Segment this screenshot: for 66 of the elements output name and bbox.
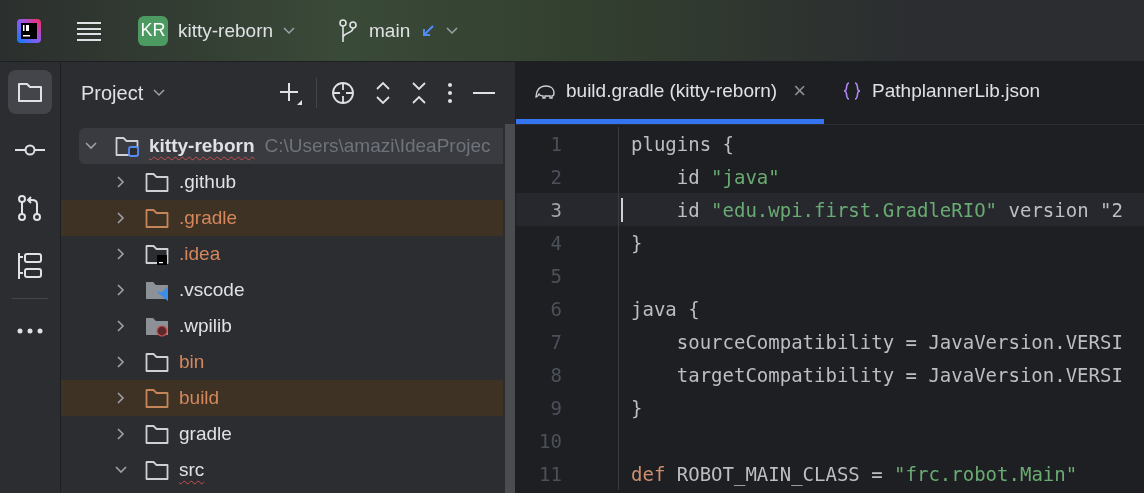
chevron-right-icon[interactable] [115, 428, 127, 440]
tree-item-name: gradle [179, 423, 232, 445]
chevron-right-icon[interactable] [115, 212, 127, 224]
tree-item-name: build [179, 387, 220, 409]
tree-item[interactable]: .idea [61, 236, 503, 272]
folder-icon [17, 81, 43, 103]
editor-tab[interactable]: build.gradle (kitty-reborn) × [516, 62, 825, 124]
branch-selector[interactable]: main [339, 18, 459, 43]
elephant-icon [534, 82, 556, 99]
menu-icon[interactable] [76, 20, 102, 41]
commit-icon [15, 144, 45, 156]
tree-item-name: .github [179, 171, 237, 193]
tree-item[interactable]: kitty-reborn C:\Users\amazi\IdeaProjec [79, 128, 503, 164]
branch-icon [339, 18, 358, 43]
tab-label: PathplannerLib.json [872, 79, 1041, 102]
braces-icon [842, 80, 863, 101]
chevron-right-icon[interactable] [115, 284, 127, 296]
add-icon[interactable] [278, 81, 302, 105]
chevron-right-icon[interactable] [115, 248, 127, 260]
app-logo-icon[interactable] [17, 18, 41, 43]
chevron-down-icon[interactable] [115, 464, 127, 476]
project-badge: KR [138, 15, 168, 46]
tree-item-name: src [179, 459, 205, 481]
tree-item-name: bin [179, 351, 205, 373]
project-tool-button[interactable] [8, 70, 52, 114]
more-options-icon[interactable] [447, 81, 453, 105]
tree-item[interactable]: .github [61, 164, 503, 200]
tree-item-name: .gradle [179, 207, 238, 229]
tree-item[interactable]: .gradle [61, 200, 503, 236]
project-view-dropdown[interactable]: Project [81, 81, 166, 105]
project-selector[interactable]: KR kitty-reborn [138, 15, 296, 46]
chevron-down-icon [446, 26, 459, 35]
text-caret [621, 197, 623, 222]
structure-icon [17, 252, 43, 280]
scrollbar[interactable] [505, 124, 515, 493]
minimize-icon[interactable] [473, 91, 495, 95]
tree-item[interactable]: bin [61, 344, 503, 380]
editor-tab[interactable]: PathplannerLib.json [824, 62, 1059, 124]
tree-item-name: .idea [179, 243, 221, 265]
collapse-all-icon[interactable] [411, 81, 427, 105]
chevron-right-icon[interactable] [115, 356, 127, 368]
incoming-arrow-icon [422, 24, 435, 37]
project-path: C:\Users\amazi\IdeaProjec [264, 135, 491, 157]
chevron-down-icon[interactable] [85, 140, 97, 152]
tree-item[interactable]: build [61, 380, 503, 416]
tree-item-name: .vscode [179, 279, 245, 301]
close-tab-button[interactable]: × [793, 77, 807, 104]
line-number: 3 [549, 198, 562, 221]
tree-item-name: kitty-reborn [149, 135, 255, 157]
tree-item[interactable]: src [61, 452, 503, 488]
tree-item[interactable]: .wpilib [61, 308, 503, 344]
branch-name: main [369, 19, 411, 42]
chevron-right-icon[interactable] [115, 392, 127, 404]
tab-label: build.gradle (kitty-reborn) [566, 79, 778, 102]
tree-item-name: .wpilib [179, 315, 232, 337]
more-icon [17, 328, 43, 334]
tree-item[interactable]: gradle [61, 416, 503, 452]
chevron-down-icon [153, 89, 166, 97]
pull-request-icon [17, 195, 43, 221]
expand-all-icon[interactable] [375, 81, 391, 105]
chevron-right-icon[interactable] [115, 176, 127, 188]
chevron-down-icon [283, 26, 296, 35]
chevron-right-icon[interactable] [115, 320, 127, 332]
tree-item[interactable]: .vscode [61, 272, 503, 308]
project-name: kitty-reborn [178, 19, 274, 42]
locate-icon[interactable] [331, 81, 355, 105]
